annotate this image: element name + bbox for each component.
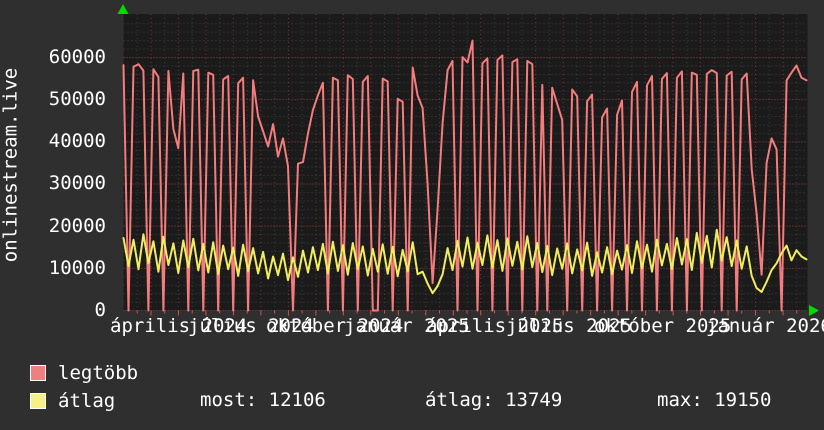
y-tick-label: 50000 (48, 88, 106, 110)
stat-atlag-label: átlag: (425, 389, 494, 411)
legend-swatch-legtobb (30, 365, 46, 381)
legend-label-atlag: átlag (58, 390, 116, 412)
stat-atlag-value: 13749 (505, 389, 563, 411)
legend-label-legtobb: legtöbb (58, 362, 139, 384)
stat-max-label: max: (657, 389, 703, 411)
stat-most-value: 12106 (268, 389, 326, 411)
y-axis-arrow-icon (117, 4, 129, 14)
stat-atlag: átlag: 13749 (425, 391, 562, 410)
y-tick-label: 40000 (48, 130, 106, 152)
stat-max-value: 19150 (714, 389, 772, 411)
y-tick-label: 30000 (48, 172, 106, 194)
stat-most-label: most: (200, 389, 258, 411)
y-tick-label: 10000 (48, 257, 106, 279)
stat-most: most: 12106 (200, 391, 326, 410)
x-tick-label: január 2026 (706, 315, 824, 337)
rrd-graph: onlinestream.live 0 10000 20000 30000 40000 5… (0, 0, 824, 430)
graph-vertical-title: onlinestream.live (0, 67, 22, 263)
y-tick-label: 0 (94, 299, 106, 321)
y-tick-label: 20000 (48, 215, 106, 237)
stat-max: max: 19150 (657, 391, 771, 410)
legend-swatch-atlag (30, 393, 46, 409)
y-tick-label: 60000 (48, 46, 106, 68)
